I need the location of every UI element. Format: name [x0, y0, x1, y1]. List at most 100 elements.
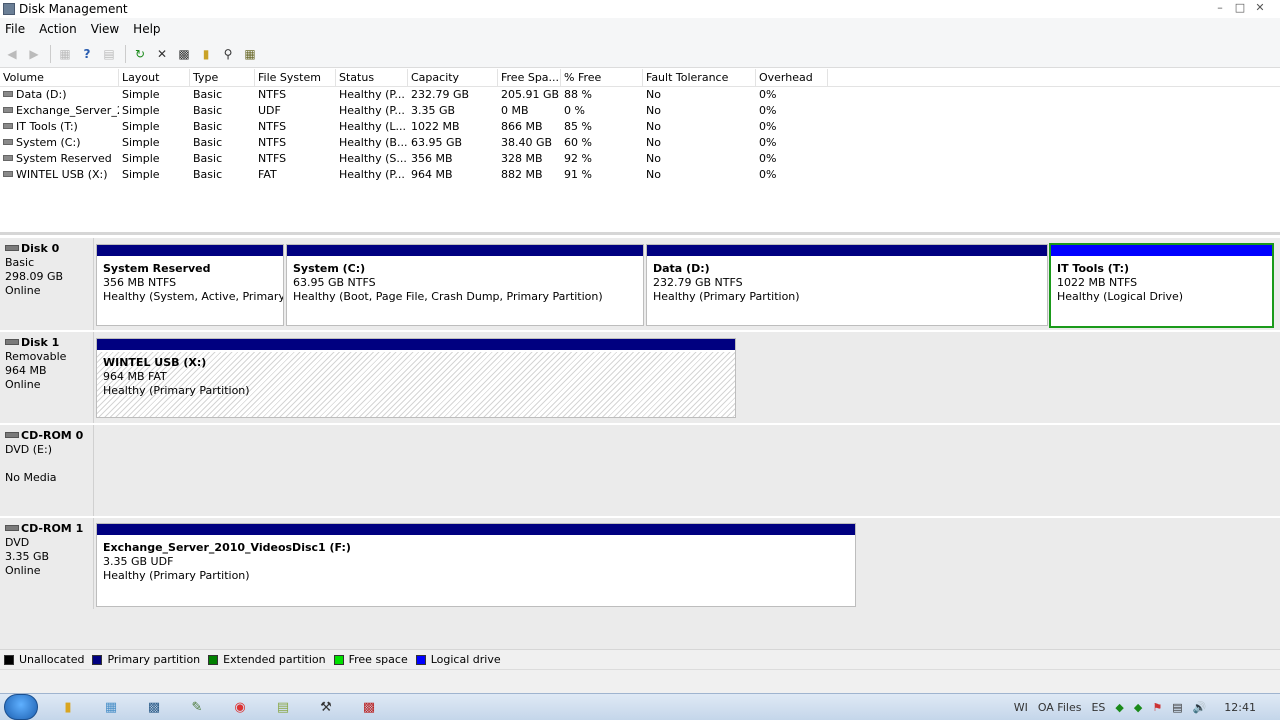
chrome-icon[interactable]: ◉ — [227, 696, 253, 718]
explore-icon[interactable]: ⚲ — [218, 44, 238, 64]
disk-label[interactable]: CD-ROM 1 DVD 3.35 GB Online — [0, 518, 94, 609]
notepad-icon[interactable]: ✎ — [184, 696, 210, 718]
menu-view[interactable]: View — [87, 22, 128, 36]
partition-exchange-server-f[interactable]: Exchange_Server_2010_VideosDisc1 (F:) 3.… — [96, 523, 856, 607]
partition-name: IT Tools (T:) — [1057, 262, 1130, 275]
menu-help[interactable]: Help — [129, 22, 169, 36]
cell-type: Basic — [193, 168, 223, 181]
disk-type: Basic — [5, 256, 35, 269]
column-volume[interactable]: Volume — [0, 69, 119, 86]
legend-swatch — [4, 654, 14, 665]
cell-type: Basic — [193, 152, 223, 165]
cell-status: Healthy (L... — [339, 120, 407, 133]
cell-percent-free: 0 % — [564, 104, 585, 117]
tray-label-oa-files[interactable]: OA Files — [1038, 701, 1082, 714]
cell-type: Basic — [193, 136, 223, 149]
monitor-icon[interactable]: ▤ — [1172, 701, 1182, 714]
cell-file-system: FAT — [258, 168, 277, 181]
cell-layout: Simple — [122, 168, 160, 181]
column-status[interactable]: Status — [336, 69, 408, 86]
column-percent-free[interactable]: % Free — [561, 69, 643, 86]
cell-capacity: 964 MB — [411, 168, 453, 181]
close-button[interactable]: ✕ — [1252, 1, 1268, 15]
cell-layout: Simple — [122, 120, 160, 133]
shield-icon[interactable]: ◆ — [1115, 701, 1123, 714]
wizard-icon[interactable]: ▦ — [240, 44, 260, 64]
delete-icon[interactable]: ✕ — [152, 44, 172, 64]
table-row[interactable]: WINTEL USB (X:) Simple Basic FAT Healthy (P.… — [0, 167, 1280, 183]
partition-system-c[interactable]: System (C:) 63.95 GB NTFS Healthy (Boot,… — [286, 244, 644, 326]
files-icon[interactable]: ▤ — [270, 696, 296, 718]
table-row[interactable]: IT Tools (T:) Simple Basic NTFS Healthy (L..… — [0, 119, 1280, 135]
console-tree-icon[interactable]: ▦ — [55, 44, 75, 64]
cell-capacity: 3.35 GB — [411, 104, 456, 117]
start-button[interactable] — [4, 694, 38, 720]
cell-free-space: 328 MB — [501, 152, 543, 165]
column-type[interactable]: Type — [190, 69, 255, 86]
cell-volume: System (C:) — [0, 135, 119, 151]
disk-management-task-icon[interactable]: ▩ — [356, 696, 382, 718]
disk-label[interactable]: CD-ROM 0 DVD (E:) No Media — [0, 425, 94, 516]
tools-icon[interactable]: ⚒ — [313, 696, 339, 718]
cell-status: Healthy (S... — [339, 152, 407, 165]
partition-system-reserved[interactable]: System Reserved 356 MB NTFS Healthy (Sys… — [96, 244, 284, 326]
remote-desktop-icon[interactable]: ▩ — [141, 696, 167, 718]
cell-file-system: NTFS — [258, 120, 287, 133]
explorer-icon[interactable]: ▦ — [98, 696, 124, 718]
refresh-icon[interactable]: ↻ — [130, 44, 150, 64]
legend-label: Extended partition — [223, 653, 326, 666]
disk-label[interactable]: Disk 1 Removable 964 MB Online — [0, 332, 94, 423]
menu-action[interactable]: Action — [35, 22, 86, 36]
cell-overhead: 0% — [759, 88, 777, 101]
partition-size: 3.35 GB UDF — [103, 555, 174, 568]
column-capacity[interactable]: Capacity — [408, 69, 498, 86]
disk-name: Disk 0 — [21, 242, 60, 255]
table-row[interactable]: System Reserved Simple Basic NTFS Healthy (S… — [0, 151, 1280, 167]
properties-sheet-icon[interactable]: ▩ — [174, 44, 194, 64]
properties-icon[interactable]: ▤ — [99, 44, 119, 64]
flag-icon[interactable]: ⚑ — [1152, 701, 1162, 714]
title-bar: Disk Management – □ ✕ — [0, 0, 1280, 18]
column-fault-tolerance[interactable]: Fault Tolerance — [643, 69, 756, 86]
disk-name: CD-ROM 1 — [21, 522, 84, 535]
disk-status: Online — [5, 378, 41, 391]
forward-icon[interactable]: ▶ — [24, 44, 44, 64]
back-icon[interactable]: ◀ — [2, 44, 22, 64]
cd-rom-icon — [5, 525, 19, 531]
cell-free-space: 0 MB — [501, 104, 529, 117]
cell-free-space: 866 MB — [501, 120, 543, 133]
cell-status: Healthy (P... — [339, 104, 405, 117]
table-row[interactable]: System (C:) Simple Basic NTFS Healthy (B... 6… — [0, 135, 1280, 151]
cell-capacity: 1022 MB — [411, 120, 460, 133]
cell-volume: System Reserved — [0, 151, 119, 167]
clock[interactable]: 12:41 — [1224, 701, 1256, 714]
cell-volume: WINTEL USB (X:) — [0, 167, 119, 183]
tray-label-wi[interactable]: WI — [1014, 701, 1028, 714]
tray-label-language[interactable]: ES — [1091, 701, 1105, 714]
volume-list: Volume Layout Type File System Status Ca… — [0, 69, 1280, 235]
partition-wintel-usb-x[interactable]: WINTEL USB (X:) 964 MB FAT Healthy (Prim… — [96, 338, 736, 418]
cell-percent-free: 92 % — [564, 152, 592, 165]
open-icon[interactable]: ▮ — [196, 44, 216, 64]
disk-label[interactable]: Disk 0 Basic 298.09 GB Online — [0, 238, 94, 330]
partition-it-tools-t[interactable]: IT Tools (T:) 1022 MB NTFS Healthy (Logi… — [1049, 243, 1274, 328]
cell-free-space: 38.40 GB — [501, 136, 553, 149]
maximize-button[interactable]: □ — [1232, 1, 1248, 15]
help-icon[interactable]: ? — [77, 44, 97, 64]
partition-data-d[interactable]: Data (D:) 232.79 GB NTFS Healthy (Primar… — [646, 244, 1048, 326]
table-row[interactable]: Exchange_Server_2...Simple Basic UDF Health… — [0, 103, 1280, 119]
cell-overhead: 0% — [759, 136, 777, 149]
table-row[interactable]: Data (D:) Simple Basic NTFS Healthy (P... 232… — [0, 87, 1280, 103]
disk-size — [5, 457, 93, 471]
network-icon[interactable]: ◆ — [1134, 701, 1142, 714]
volume-icon[interactable]: 🔊 — [1193, 701, 1207, 714]
taskbar: ▮ ▦ ▩ ✎ ◉ ▤ ⚒ ▩ WI OA Files ES ◆ ◆ ⚑ ▤ 🔊… — [0, 693, 1280, 720]
partition-name: System Reserved — [103, 262, 211, 275]
folder-icon[interactable]: ▮ — [55, 696, 81, 718]
column-free-space[interactable]: Free Spa... — [498, 69, 561, 86]
minimize-button[interactable]: – — [1212, 1, 1228, 15]
column-overhead[interactable]: Overhead — [756, 69, 828, 86]
column-file-system[interactable]: File System — [255, 69, 336, 86]
column-layout[interactable]: Layout — [119, 69, 190, 86]
menu-file[interactable]: File — [1, 22, 34, 36]
